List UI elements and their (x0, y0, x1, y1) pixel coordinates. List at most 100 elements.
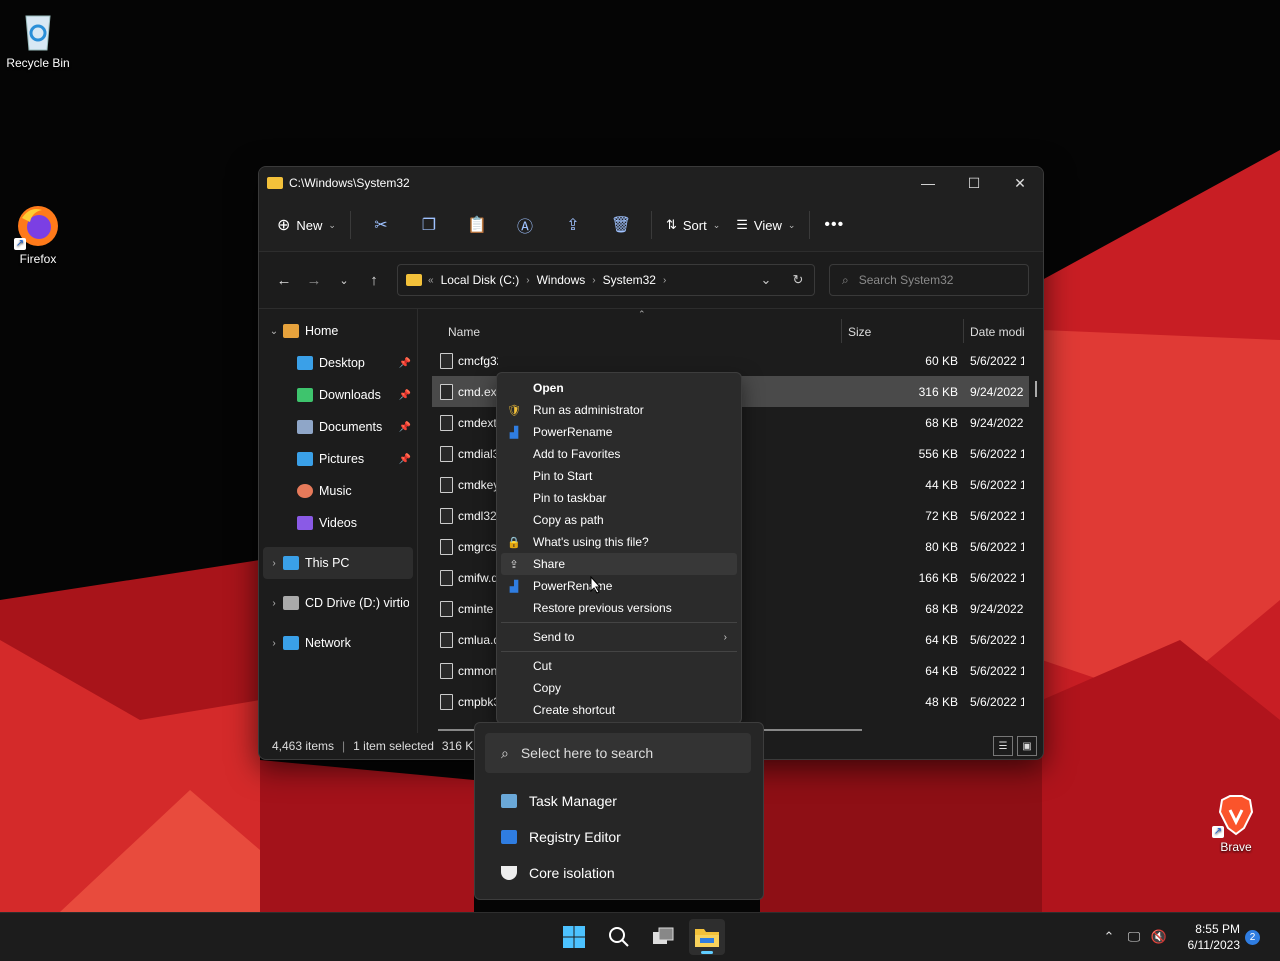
maximize-button[interactable]: ☐ (951, 167, 997, 199)
folder-icon (406, 274, 422, 286)
sidebar-item-pictures[interactable]: Pictures 📌 (259, 443, 417, 475)
desktop-icon-label: Brave (1220, 840, 1252, 854)
clock-time: 8:55 PM (1195, 922, 1240, 936)
search-box[interactable]: ⌕ Search System32 (829, 264, 1029, 296)
sidebar-item-label: Pictures (319, 452, 365, 466)
vertical-scrollbar[interactable] (1035, 381, 1037, 397)
share-icon[interactable]: ⇪ (549, 209, 597, 241)
new-button[interactable]: ⊕ New ⌄ (269, 209, 344, 241)
context-menu-item[interactable]: Copy (497, 677, 741, 699)
pin-icon[interactable]: 📌 (399, 358, 411, 369)
sidebar-item-network[interactable]: › Network (259, 627, 417, 659)
context-menu-item[interactable]: Open (497, 377, 741, 399)
file-size: 556 KB (918, 446, 958, 461)
delete-icon[interactable]: 🗑 (597, 209, 645, 241)
minimize-button[interactable]: — (905, 167, 951, 199)
context-menu-item[interactable]: ⇪ Share (501, 553, 737, 575)
pin-icon[interactable]: 📌 (399, 390, 411, 401)
details-view-icon[interactable]: ☰ (993, 736, 1013, 756)
documents-icon (297, 420, 313, 434)
sidebar-item-documents[interactable]: Documents 📌 (259, 411, 417, 443)
file-date: 5/6/2022 1 (970, 694, 1024, 709)
sidebar-item-cd-drive[interactable]: › CD Drive (D:) virtio- (259, 587, 417, 619)
recycle-bin-desktop-icon[interactable]: Recycle Bin (0, 8, 76, 70)
up-button[interactable]: ↑ (359, 264, 389, 296)
pin-icon[interactable]: 📌 (399, 454, 411, 465)
task-view-button[interactable] (645, 919, 681, 955)
column-header-size[interactable]: Size (848, 325, 871, 339)
volume-muted-icon[interactable]: 🔇 (1148, 929, 1170, 945)
pin-icon[interactable]: 📌 (399, 422, 411, 433)
network-status-icon[interactable]: 🖵 (1120, 929, 1148, 945)
flyout-item-task-manager[interactable]: Task Manager (501, 783, 617, 819)
large-icons-view-icon[interactable]: ▣ (1017, 736, 1037, 756)
sidebar-item-this-pc[interactable]: › This PC (263, 547, 413, 579)
address-bar[interactable]: « Local Disk (C:) › Windows › System32 ›… (397, 264, 815, 296)
paste-icon[interactable]: 📋 (453, 209, 501, 241)
window-title: C:\Windows\System32 (289, 176, 410, 190)
breadcrumb-windows[interactable]: Windows (537, 273, 586, 287)
more-options-button[interactable]: ••• (816, 209, 852, 241)
rename-icon[interactable]: Ⓐ (501, 209, 549, 241)
breadcrumb-local-disk[interactable]: Local Disk (C:) (441, 273, 520, 287)
flyout-item-core-isolation[interactable]: Core isolation (501, 855, 615, 891)
copy-icon[interactable]: ❐ (405, 209, 453, 241)
refresh-icon[interactable]: ↻ (782, 272, 814, 288)
start-button[interactable] (556, 919, 592, 955)
overflow-chevron-icon: « (428, 274, 434, 286)
clock[interactable]: 8:55 PM 6/11/2023 (1188, 921, 1241, 953)
context-menu-item[interactable]: 🔒 What's using this file? (497, 531, 741, 553)
context-menu-item[interactable]: Send to › (497, 626, 741, 648)
context-menu-item[interactable]: Pin to Start (497, 465, 741, 487)
context-menu-item[interactable]: ▟ PowerRename (497, 421, 741, 443)
forward-button[interactable]: → (299, 264, 329, 296)
context-menu-item[interactable]: Cut (497, 655, 741, 677)
back-button[interactable]: ← (269, 264, 299, 296)
sort-button[interactable]: ⇅ Sort ⌄ (658, 209, 728, 241)
flyout-item-registry-editor[interactable]: Registry Editor (501, 819, 621, 855)
context-menu-item[interactable]: Create shortcut (497, 699, 741, 721)
sidebar-item-label: Home (305, 324, 339, 338)
context-menu-item-label: Copy (533, 681, 562, 695)
column-header-date[interactable]: Date modi (970, 325, 1025, 339)
brave-desktop-icon[interactable]: ↗ Brave (1198, 792, 1274, 854)
firefox-desktop-icon[interactable]: ↗ Firefox (0, 204, 76, 266)
recent-locations-button[interactable]: ⌄ (329, 264, 359, 296)
chevron-up-icon[interactable]: ⌃ (1098, 929, 1120, 945)
file-size: 64 KB (925, 663, 958, 678)
breadcrumb-separator-icon: › (662, 274, 667, 286)
sidebar-item-downloads[interactable]: Downloads 📌 (259, 379, 417, 411)
context-menu-item[interactable]: Pin to taskbar (497, 487, 741, 509)
breadcrumb-system32[interactable]: System32 (603, 273, 656, 287)
cut-icon[interactable]: ✂ (357, 209, 405, 241)
sidebar-item-music[interactable]: Music (259, 475, 417, 507)
sidebar-item-videos[interactable]: Videos (259, 507, 417, 539)
network-icon (283, 636, 299, 650)
file-size: 316 KB (918, 384, 958, 399)
context-menu-item-label: What's using this file? (533, 535, 649, 549)
file-name: cminte (458, 601, 494, 616)
view-button[interactable]: ☰ View ⌄ (728, 209, 803, 241)
context-menu-item[interactable]: Copy as path (497, 509, 741, 531)
view-list-icon: ☰ (736, 217, 748, 232)
chevron-down-icon: ⌄ (787, 219, 796, 230)
videos-icon (297, 516, 313, 530)
context-menu-item[interactable]: Add to Favorites (497, 443, 741, 465)
column-header-name[interactable]: Name (448, 325, 480, 339)
context-menu-item[interactable]: 🛡 Run as administrator (497, 399, 741, 421)
close-button[interactable]: ✕ (997, 167, 1043, 199)
notification-badge[interactable]: 2 (1245, 930, 1260, 945)
file-explorer-taskbar-button[interactable] (689, 919, 725, 955)
context-menu-item-label: Send to (533, 630, 575, 644)
context-menu-item[interactable]: ▟ PowerRename (497, 575, 741, 597)
mouse-cursor-icon (590, 576, 602, 594)
file-name: cmpbk3 (458, 694, 498, 709)
context-menu-item[interactable]: Restore previous versions (497, 597, 741, 619)
search-button[interactable] (601, 919, 637, 955)
sidebar-item-home[interactable]: ⌄ Home (259, 315, 417, 347)
title-bar[interactable]: C:\Windows\System32 — ☐ ✕ (259, 167, 1043, 199)
sidebar-item-desktop[interactable]: Desktop 📌 (259, 347, 417, 379)
address-dropdown-icon[interactable]: ⌄ (750, 272, 782, 288)
music-icon (297, 484, 313, 498)
flyout-search-input[interactable]: ⌕ Select here to search (485, 733, 751, 773)
